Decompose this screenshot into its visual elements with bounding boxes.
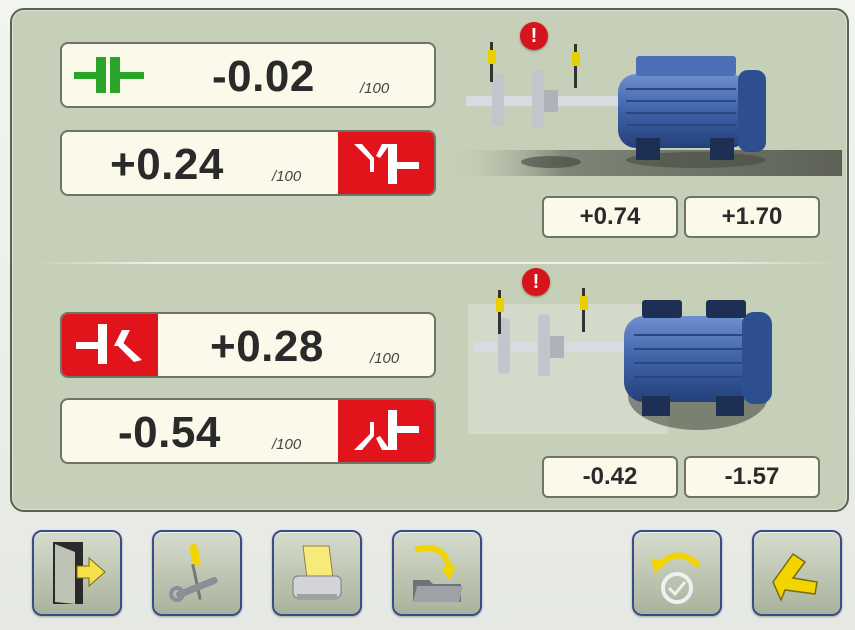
bottom-machine-illustration [468, 288, 772, 434]
bottom-angular-readout: +0.28 /100 [60, 312, 436, 378]
top-angular-unit: /100 [272, 168, 302, 185]
rotate-measure-icon [651, 552, 702, 604]
bottom-offset-value: -0.54 [118, 408, 221, 457]
top-warning-icon: ! [520, 22, 548, 50]
shims-button[interactable] [752, 530, 842, 616]
top-horizontal-readout: -0.02 /100 [60, 42, 436, 108]
top-angular-value: +0.24 [110, 140, 224, 189]
print-button[interactable] [272, 530, 362, 616]
bottom-foot-back: -1.57 [684, 456, 820, 498]
rotate-measure-button[interactable] [632, 530, 722, 616]
measurement-panel: -0.02 /100 +0.24 /100 ! +0.74 +1.70 +0.2… [10, 8, 849, 512]
angular-misalignment-icon [62, 314, 158, 376]
bottom-warning-icon: ! [522, 268, 550, 296]
top-angular-readout: +0.24 /100 [60, 130, 436, 196]
bottom-offset-readout: -0.54 /100 [60, 398, 436, 464]
section-divider [32, 262, 837, 264]
bottom-offset-unit: /100 [272, 436, 302, 453]
bottom-angular-unit: /100 [370, 350, 400, 367]
bottom-foot-front: -0.42 [542, 456, 678, 498]
top-machine-illustration [446, 42, 842, 176]
top-horizontal-value: -0.02 [212, 52, 315, 101]
coupling-ok-icon [62, 44, 158, 106]
printer-icon [292, 545, 342, 600]
shims-icon [772, 552, 818, 602]
tools-icon [169, 543, 218, 602]
save-button[interactable] [392, 530, 482, 616]
bottom-toolbar [0, 514, 855, 630]
bottom-angular-value: +0.28 [210, 322, 324, 371]
top-foot-back: +1.70 [684, 196, 820, 238]
angular-misalignment-icon [338, 132, 434, 194]
save-folder-icon [413, 545, 463, 602]
top-horizontal-unit: /100 [360, 80, 390, 97]
offset-misalignment-icon [338, 400, 434, 462]
exit-door-icon [53, 542, 106, 604]
tools-button[interactable] [152, 530, 242, 616]
exit-button[interactable] [32, 530, 122, 616]
top-foot-front: +0.74 [542, 196, 678, 238]
